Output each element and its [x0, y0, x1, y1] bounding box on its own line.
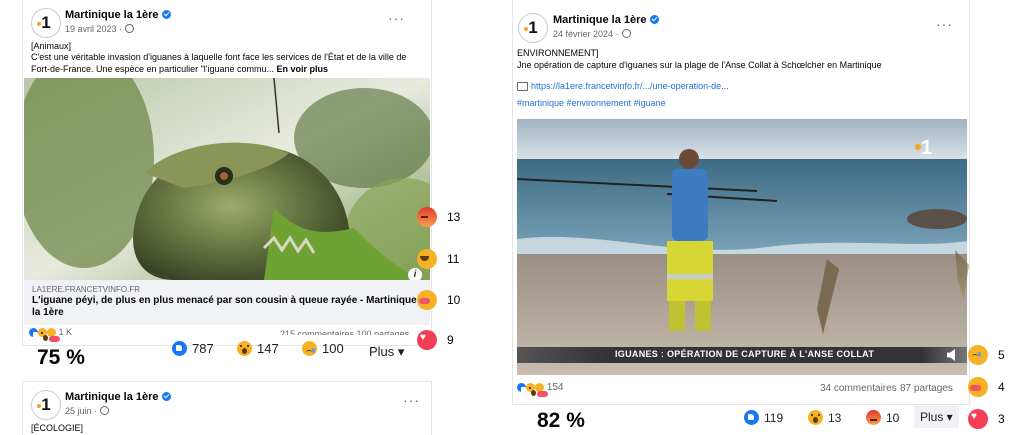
- page-name[interactable]: Martinique la 1ère: [65, 9, 171, 21]
- like-stat: 119: [744, 410, 783, 425]
- globe-icon: [621, 29, 631, 38]
- comments-count[interactable]: 34 commentaires: [820, 383, 897, 394]
- haha-stat: 11: [417, 249, 459, 269]
- video-banner: IGUANES : OPÉRATION DE CAPTURE À L'ANSE …: [517, 347, 967, 363]
- post-body: Jne opération de capture d'iguanes sur l…: [517, 60, 882, 70]
- link-domain: LA1ERE.FRANCETVINFO.FR: [32, 285, 141, 294]
- care-icon: [968, 377, 988, 397]
- wow-stat: 147: [237, 341, 279, 356]
- post-card-3: 1 Martinique la 1ère 25 juin · ··· [ÉCOL…: [22, 381, 432, 435]
- info-icon[interactable]: i: [408, 268, 422, 280]
- post-date[interactable]: 24 février 2024 ·: [553, 28, 631, 39]
- post-image-iguana[interactable]: i: [24, 78, 430, 280]
- post-tag: [ÉCOLOGIE]: [31, 423, 84, 433]
- more-options-button[interactable]: ···: [403, 392, 420, 408]
- wow-icon: [808, 410, 823, 425]
- post-date[interactable]: 19 avril 2023 ·: [65, 23, 135, 34]
- more-options-button[interactable]: ···: [936, 16, 953, 32]
- post-body: C'est une véritable invasion d'iguanes à…: [31, 52, 407, 74]
- page-name[interactable]: Martinique la 1ère: [65, 391, 171, 403]
- reaction-summary[interactable]: 1 K: [29, 327, 72, 343]
- like-icon: [744, 410, 759, 425]
- sad-stat: 100: [302, 341, 344, 356]
- page-name[interactable]: Martinique la 1ère: [553, 14, 659, 26]
- love-icon: [417, 330, 437, 350]
- post-tag: ENVIRONNEMENT]: [517, 48, 599, 58]
- care-stat: 4: [968, 377, 1005, 397]
- post-video-beach[interactable]: 1 IGUANES : OPÉRATION DE CAPTURE À L'ANS…: [517, 119, 967, 375]
- wow-icon: [526, 382, 538, 396]
- care-icon: [417, 290, 437, 310]
- link-icon: [517, 82, 528, 92]
- like-stat: 787: [172, 341, 214, 356]
- wow-icon: [38, 328, 50, 342]
- care-icon: [535, 382, 548, 397]
- reaction-summary[interactable]: 154: [517, 382, 563, 397]
- post-url-link[interactable]: https://la1ere.francetvinfo.fr/.../une-o…: [517, 80, 729, 92]
- link-title: L'iguane péyi, de plus en plus menacé pa…: [32, 295, 417, 318]
- beach-video-frame: 1: [517, 119, 967, 375]
- link-preview[interactable]: LA1ERE.FRANCETVINFO.FR L'iguane péyi, de…: [24, 280, 430, 325]
- post-card-2: 1 Martinique la 1ère 24 février 2024 · ·…: [512, 0, 970, 405]
- percentage-label: 82 %: [537, 409, 585, 432]
- iguana-photo: [24, 78, 430, 280]
- like-icon: [29, 328, 39, 339]
- haha-icon: [417, 249, 437, 269]
- page-avatar[interactable]: 1: [31, 390, 61, 420]
- wow-stat: 13: [808, 410, 841, 425]
- channel-logo: 1: [921, 137, 932, 159]
- verified-icon: [161, 392, 171, 401]
- love-stat: 9: [417, 330, 454, 350]
- sad-icon: [302, 341, 317, 356]
- post-date[interactable]: 25 juin ·: [65, 405, 110, 416]
- verified-icon: [161, 10, 171, 19]
- page-avatar[interactable]: 1: [31, 8, 61, 38]
- see-more-link[interactable]: En voir plus: [277, 64, 329, 74]
- more-options-button[interactable]: ···: [388, 10, 405, 26]
- angry-stat: 13: [417, 207, 460, 227]
- shares-count[interactable]: 87 partages: [900, 383, 953, 394]
- angry-icon: [866, 410, 881, 425]
- globe-icon: [100, 406, 110, 415]
- post-card-1: 1 Martinique la 1ère 19 avril 2023 · ···…: [22, 0, 432, 346]
- sad-stat: 5: [968, 345, 1005, 365]
- care-icon: [47, 328, 60, 343]
- comments-shares[interactable]: 215 commentaires 100 partages: [280, 329, 409, 335]
- like-icon: [517, 382, 527, 393]
- angry-icon: [417, 207, 437, 227]
- angry-stat: 10: [866, 410, 899, 425]
- sad-icon: [968, 345, 988, 365]
- care-stat: 10: [417, 290, 460, 310]
- love-stat: 3: [968, 409, 1005, 429]
- plus-dropdown[interactable]: Plus ▾: [914, 406, 959, 428]
- page-avatar[interactable]: 1: [518, 13, 548, 43]
- percentage-label: 75 %: [37, 346, 85, 369]
- verified-icon: [649, 15, 659, 24]
- globe-icon: [125, 24, 135, 33]
- plus-dropdown[interactable]: Plus ▾: [369, 344, 404, 360]
- wow-icon: [237, 341, 252, 356]
- hashtags[interactable]: #martinique #environnement #iguane: [517, 97, 666, 109]
- like-icon: [172, 341, 187, 356]
- love-icon: [968, 409, 988, 429]
